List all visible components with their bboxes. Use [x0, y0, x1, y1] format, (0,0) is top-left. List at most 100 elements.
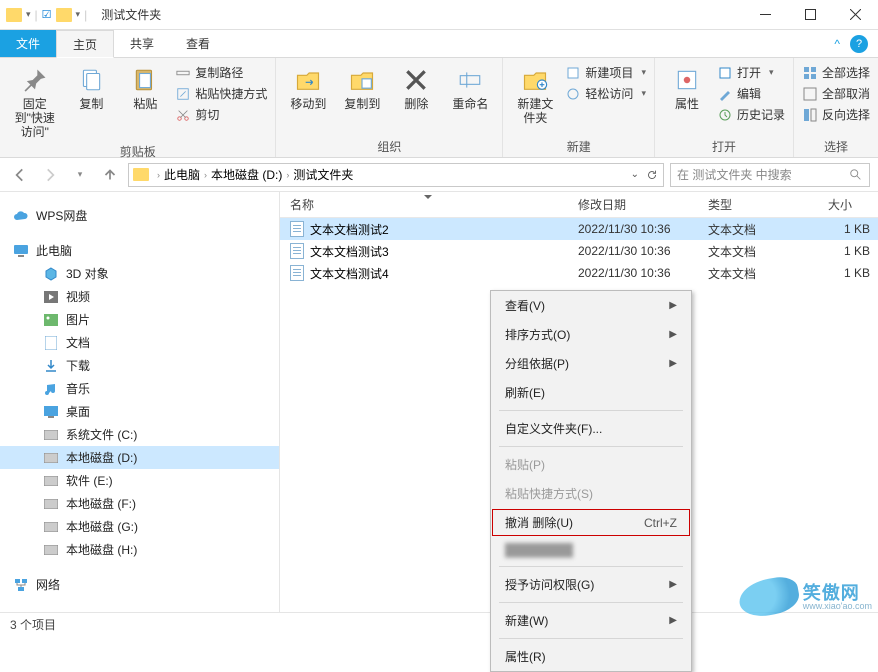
help-icon[interactable]: ?: [850, 35, 868, 53]
tree-item-drive-h[interactable]: 本地磁盘 (H:): [0, 538, 279, 561]
tree-item-pictures[interactable]: 图片: [0, 308, 279, 331]
new-folder-button[interactable]: 新建文件夹: [511, 62, 559, 128]
tab-home[interactable]: 主页: [56, 30, 114, 58]
file-row[interactable]: 文本文档测试42022/11/30 10:36文本文档1 KB: [280, 262, 878, 284]
tab-file[interactable]: 文件: [0, 30, 56, 57]
minimize-button[interactable]: [743, 0, 788, 30]
search-input[interactable]: [677, 168, 849, 182]
ctx-blurred[interactable]: ████████: [491, 537, 691, 563]
tree-item-drive-d[interactable]: 本地磁盘 (D:): [0, 446, 279, 469]
rename-button[interactable]: 重命名: [446, 62, 494, 114]
column-size[interactable]: 大小: [818, 196, 878, 213]
history-button[interactable]: 历史记录: [717, 104, 785, 125]
document-icon: [42, 335, 60, 351]
select-none-button[interactable]: 全部取消: [802, 83, 870, 104]
copy-to-icon: [346, 64, 378, 96]
ctx-grant-access[interactable]: 授予访问权限(G)▶: [491, 570, 691, 599]
scissors-icon: [175, 107, 191, 123]
close-button[interactable]: [833, 0, 878, 30]
file-size: 1 KB: [818, 266, 878, 280]
chevron-right-icon[interactable]: ›: [284, 170, 291, 180]
copy-button[interactable]: 复制: [67, 62, 115, 114]
breadcrumb-folder[interactable]: 测试文件夹: [293, 166, 353, 183]
back-button[interactable]: [8, 163, 32, 187]
chevron-right-icon: ▶: [669, 358, 677, 369]
tree-item-videos[interactable]: 视频: [0, 285, 279, 308]
delete-icon: [400, 64, 432, 96]
titlebar: ▾ | ☑ ▾ | 测试文件夹: [0, 0, 878, 30]
move-to-button[interactable]: 移动到: [284, 62, 332, 114]
search-box[interactable]: [670, 163, 870, 187]
watermark-text-en: www.xiao'ao.com: [803, 602, 872, 611]
ctx-group[interactable]: 分组依据(P)▶: [491, 349, 691, 378]
group-label-open: 打开: [663, 136, 785, 155]
tree-item-this-pc[interactable]: 此电脑: [0, 239, 279, 262]
select-all-button[interactable]: 全部选择: [802, 62, 870, 83]
ctx-sort[interactable]: 排序方式(O)▶: [491, 320, 691, 349]
ctx-refresh[interactable]: 刷新(E): [491, 378, 691, 407]
ctx-view[interactable]: 查看(V)▶: [491, 291, 691, 320]
tab-view[interactable]: 查看: [170, 30, 226, 57]
ctx-customize[interactable]: 自定义文件夹(F)...: [491, 414, 691, 443]
file-row[interactable]: 文本文档测试32022/11/30 10:36文本文档1 KB: [280, 240, 878, 262]
paste-icon: [129, 64, 161, 96]
easy-access-button[interactable]: 轻松访问▾: [565, 83, 646, 104]
tab-share[interactable]: 共享: [114, 30, 170, 57]
tree-item-downloads[interactable]: 下载: [0, 354, 279, 377]
column-name[interactable]: 名称: [280, 196, 568, 213]
copy-to-button[interactable]: 复制到: [338, 62, 386, 114]
download-icon: [42, 358, 60, 374]
folder-icon: [56, 8, 72, 22]
ctx-undo-delete[interactable]: 撤消 删除(U)Ctrl+Z: [491, 508, 691, 537]
paste-shortcut-button[interactable]: 粘贴快捷方式: [175, 83, 267, 104]
paste-button[interactable]: 粘贴: [121, 62, 169, 114]
invert-selection-button[interactable]: 反向选择: [802, 104, 870, 125]
chevron-right-icon[interactable]: ›: [202, 170, 209, 180]
column-date[interactable]: 修改日期: [568, 196, 698, 213]
tree-item-drive-c[interactable]: 系统文件 (C:): [0, 423, 279, 446]
file-size: 1 KB: [818, 222, 878, 236]
breadcrumb-this-pc[interactable]: 此电脑: [164, 166, 200, 183]
search-icon[interactable]: [849, 168, 863, 182]
forward-button[interactable]: [38, 163, 62, 187]
tree-item-wps[interactable]: WPS网盘: [0, 204, 279, 227]
tree-item-drive-g[interactable]: 本地磁盘 (G:): [0, 515, 279, 538]
recent-button[interactable]: ▾: [68, 163, 92, 187]
tree-item-drive-f[interactable]: 本地磁盘 (F:): [0, 492, 279, 515]
ctx-new[interactable]: 新建(W)▶: [491, 606, 691, 635]
chevron-down-icon[interactable]: ▾: [76, 9, 81, 20]
refresh-icon[interactable]: [645, 168, 659, 182]
edit-button[interactable]: 编辑: [717, 83, 785, 104]
open-button[interactable]: 打开▾: [717, 62, 785, 83]
chevron-down-icon[interactable]: ⌄: [631, 169, 639, 180]
tree-item-documents[interactable]: 文档: [0, 331, 279, 354]
ribbon-group-organize: 移动到 复制到 删除 重命名 组织: [276, 58, 503, 157]
breadcrumb-drive[interactable]: 本地磁盘 (D:): [211, 166, 282, 183]
tree-item-music[interactable]: 音乐: [0, 377, 279, 400]
chevron-right-icon[interactable]: ›: [155, 170, 162, 180]
edit-icon: [717, 86, 733, 102]
tree-item-network[interactable]: 网络: [0, 573, 279, 596]
maximize-button[interactable]: [788, 0, 833, 30]
copy-path-button[interactable]: 复制路径: [175, 62, 267, 83]
new-item-button[interactable]: 新建项目▾: [565, 62, 646, 83]
delete-button[interactable]: 删除: [392, 62, 440, 114]
tree-item-3d-objects[interactable]: 3D 对象: [0, 262, 279, 285]
pin-to-quick-access-button[interactable]: 固定到"快速访问": [8, 62, 61, 141]
chevron-down-icon[interactable]: ▾: [26, 9, 31, 20]
properties-button[interactable]: 属性: [663, 62, 711, 114]
group-label-clipboard: 剪贴板: [8, 141, 267, 160]
tree-item-drive-e[interactable]: 软件 (E:): [0, 469, 279, 492]
file-row[interactable]: 文本文档测试22022/11/30 10:36文本文档1 KB: [280, 218, 878, 240]
expand-ribbon-icon[interactable]: ^: [834, 37, 840, 51]
file-date: 2022/11/30 10:36: [568, 244, 698, 258]
ctx-properties[interactable]: 属性(R): [491, 642, 691, 671]
column-headers: 名称 修改日期 类型 大小: [280, 192, 878, 218]
checkbox-icon[interactable]: ☑: [42, 8, 52, 21]
tree-item-desktop[interactable]: 桌面: [0, 400, 279, 423]
address-bar[interactable]: › 此电脑 › 本地磁盘 (D:) › 测试文件夹 ⌄: [128, 163, 664, 187]
column-type[interactable]: 类型: [698, 196, 818, 213]
up-button[interactable]: [98, 163, 122, 187]
cut-button[interactable]: 剪切: [175, 104, 267, 125]
navigation-tree[interactable]: WPS网盘 此电脑 3D 对象 视频 图片 文档 下载 音乐 桌面 系统文件 (…: [0, 192, 280, 612]
